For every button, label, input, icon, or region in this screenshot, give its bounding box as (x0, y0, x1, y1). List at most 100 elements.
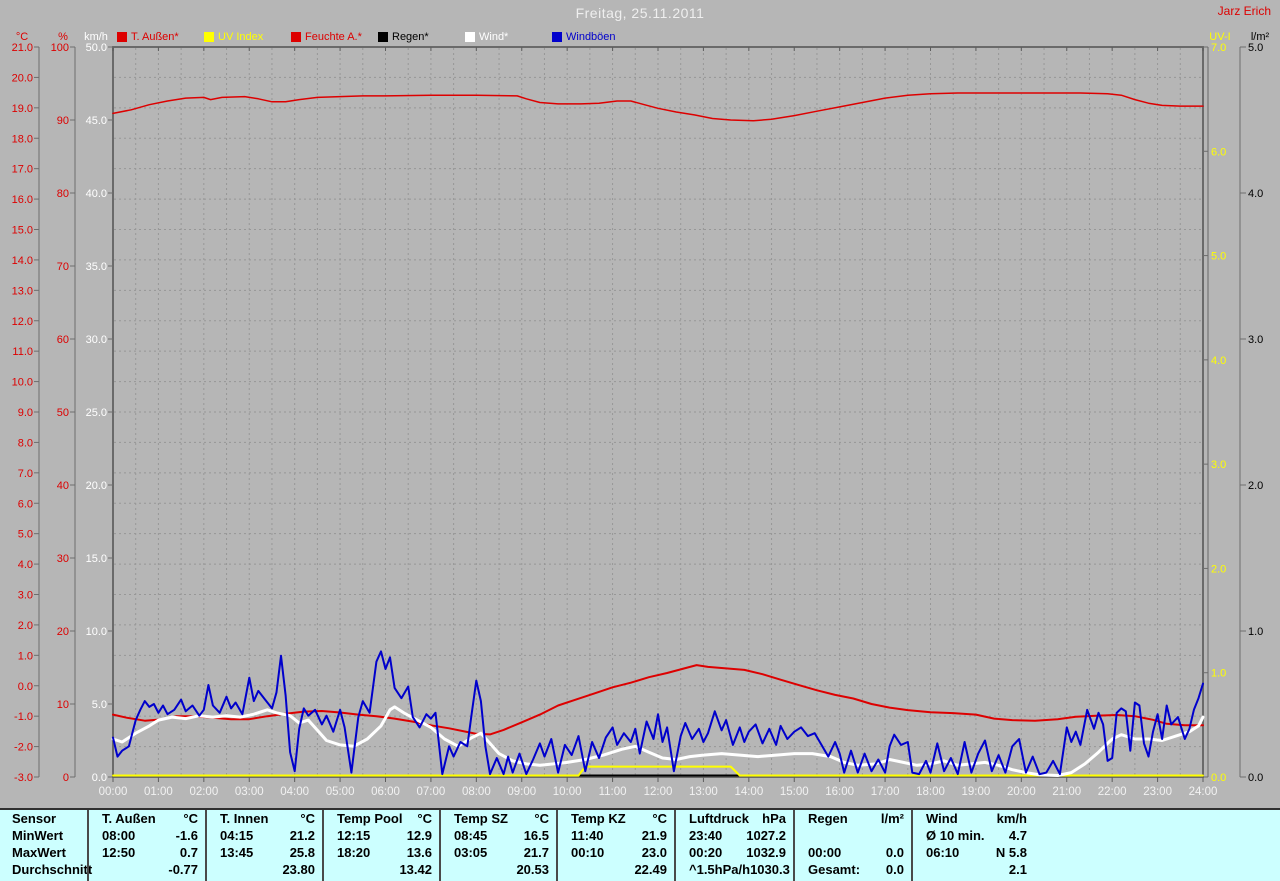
y-axis-tick-label-uv: 4.0 (1211, 355, 1226, 367)
y-axis-tick-label-wind: 0.0 (92, 772, 107, 784)
table-value-row: 00:20 1032.9 (675, 844, 794, 861)
y-axis-tick-label-uv: 6.0 (1211, 146, 1226, 158)
x-axis-tick-label: 04:00 (280, 786, 309, 798)
table-value-row: 04:15 21.2 (206, 827, 323, 844)
y-axis-tick-label-temp: 5.0 (18, 529, 33, 541)
value-number: 12.9 (406, 828, 432, 843)
x-axis-tick-label: 22:00 (1098, 786, 1127, 798)
table-value-row: 12:50 0.7 (88, 844, 206, 861)
table-column-temp-sz: Temp SZ °C 08:45 16.5 03:05 21.7 20.53 (440, 810, 557, 881)
value-time: 00:10 (571, 845, 605, 860)
value-time (100, 861, 102, 878)
table-column-separator (674, 810, 676, 881)
y-axis-tick-label-temp: 20.0 (12, 72, 33, 84)
x-axis-tick-label: 14:00 (734, 786, 763, 798)
table-value-row: 20.53 (440, 861, 557, 878)
y-axis-tick-label-temp: 17.0 (12, 164, 33, 176)
table-column-separator (793, 810, 795, 881)
table-value-row: -0.77 (88, 861, 206, 878)
y-axis-tick-label-temp: 6.0 (18, 498, 33, 510)
sensor-unit: °C (417, 811, 432, 826)
table-column-header: T. Außen °C (88, 810, 206, 827)
table-value-row: Ø 10 min. 4.7 (912, 827, 1035, 844)
table-row-label: Sensor (0, 810, 88, 827)
y-axis-tick-label-temp: 12.0 (12, 316, 33, 328)
x-axis-tick-label: 16:00 (825, 786, 854, 798)
y-axis-tick-label-rain: 3.0 (1248, 334, 1263, 346)
sensor-name: Temp SZ (454, 811, 508, 826)
table-column-header: Temp Pool °C (323, 810, 440, 827)
y-axis-tick-label-temp: 9.0 (18, 407, 33, 419)
sensor-name: Regen (808, 811, 848, 826)
table-value-row: 08:45 16.5 (440, 827, 557, 844)
y-axis-tick-label-temp: 21.0 (12, 42, 33, 54)
y-axis-tick-label-temp: 19.0 (12, 103, 33, 115)
x-axis-tick-label: 01:00 (144, 786, 173, 798)
value-number: 23.80 (282, 862, 315, 877)
y-axis-tick-label-uv: 1.0 (1211, 668, 1226, 680)
x-axis-tick-label: 05:00 (326, 786, 355, 798)
x-axis-tick-label: 07:00 (417, 786, 446, 798)
x-axis-tick-label: 18:00 (916, 786, 945, 798)
sensor-unit: °C (183, 811, 198, 826)
value-time: 11:40 (571, 828, 604, 843)
value-time: 12:50 (102, 845, 136, 860)
y-axis-tick-label-uv: 3.0 (1211, 459, 1226, 471)
y-axis-tick-label-rain: 2.0 (1248, 480, 1263, 492)
value-time: ^1.5hPa/h (689, 862, 751, 877)
value-time (335, 861, 337, 878)
y-axis-tick-label-temp: 15.0 (12, 225, 33, 237)
y-axis-tick-label-wind: 45.0 (86, 115, 107, 127)
value-time: 00:20 (689, 845, 723, 860)
table-column-regen: Regen l/m² 00:00 0.0 Gesamt: 0.0 (794, 810, 912, 881)
x-axis-tick-label: 10:00 (553, 786, 582, 798)
table-row-label-column: Sensor MinWert MaxWert Durchschnitt (0, 810, 92, 881)
table-column-separator (87, 810, 89, 881)
table-row-label-text: MaxWert (12, 845, 66, 860)
table-row-label: Durchschnitt (0, 861, 92, 878)
table-column-separator (439, 810, 441, 881)
x-axis-tick-label: 12:00 (644, 786, 673, 798)
table-value-row: 11:40 21.9 (557, 827, 675, 844)
table-value-row: 2.1 (912, 861, 1035, 878)
table-column-separator (556, 810, 558, 881)
y-axis-tick-label-humidity: 90 (57, 115, 69, 127)
sensor-name: T. Innen (220, 811, 269, 826)
table-column-t-au-en: T. Außen °C 08:00 -1.6 12:50 0.7 -0.77 (88, 810, 206, 881)
y-axis-tick-label-temp: 1.0 (18, 650, 33, 662)
table-column-temp-pool: Temp Pool °C 12:15 12.9 18:20 13.6 13.42 (323, 810, 440, 881)
value-number: 1032.9 (746, 845, 786, 860)
x-axis-tick-label: 21:00 (1052, 786, 1081, 798)
y-axis-tick-label-temp: -1.0 (14, 711, 33, 723)
y-axis-tick-label-wind: 25.0 (86, 407, 107, 419)
table-column-wind: Wind km/h Ø 10 min. 4.7 06:10 N 5.8 2.1 (912, 810, 1035, 881)
sensor-unit: km/h (996, 811, 1027, 826)
weather-chart: 00:00 01:00 02:00 03:00 04:00 05:00 06:00 07:00… (12, 31, 1270, 798)
value-time (806, 827, 808, 844)
y-axis-tick-label-humidity: 10 (57, 699, 69, 711)
value-time: 12:15 (337, 828, 371, 843)
y-axis-tick-label-rain: 5.0 (1248, 42, 1263, 54)
y-axis-tick-label-temp: 4.0 (18, 559, 33, 571)
value-time: 13:45 (220, 845, 254, 860)
table-value-row: 12:15 12.9 (323, 827, 440, 844)
value-number: 13.42 (399, 862, 432, 877)
table-row-label-text: Durchschnitt (12, 862, 93, 877)
y-axis-tick-label-humidity: 40 (57, 480, 69, 492)
table-column-separator (911, 810, 913, 881)
value-number: 21.9 (641, 828, 667, 843)
table-value-row: 23.80 (206, 861, 323, 878)
x-axis-tick-label: 20:00 (1007, 786, 1036, 798)
x-axis-tick-label: 09:00 (507, 786, 536, 798)
value-number: 16.5 (523, 828, 549, 843)
value-time (218, 861, 220, 878)
table-column-separator (205, 810, 207, 881)
value-time (569, 861, 571, 878)
table-column-separator (322, 810, 324, 881)
y-axis-tick-label-humidity: 60 (57, 334, 69, 346)
y-axis-tick-label-rain: 4.0 (1248, 188, 1263, 200)
sensor-name: T. Außen (102, 811, 156, 826)
value-number: 1027.2 (746, 828, 786, 843)
y-axis-tick-label-wind: 15.0 (86, 553, 107, 565)
table-value-row: 13:45 25.8 (206, 844, 323, 861)
